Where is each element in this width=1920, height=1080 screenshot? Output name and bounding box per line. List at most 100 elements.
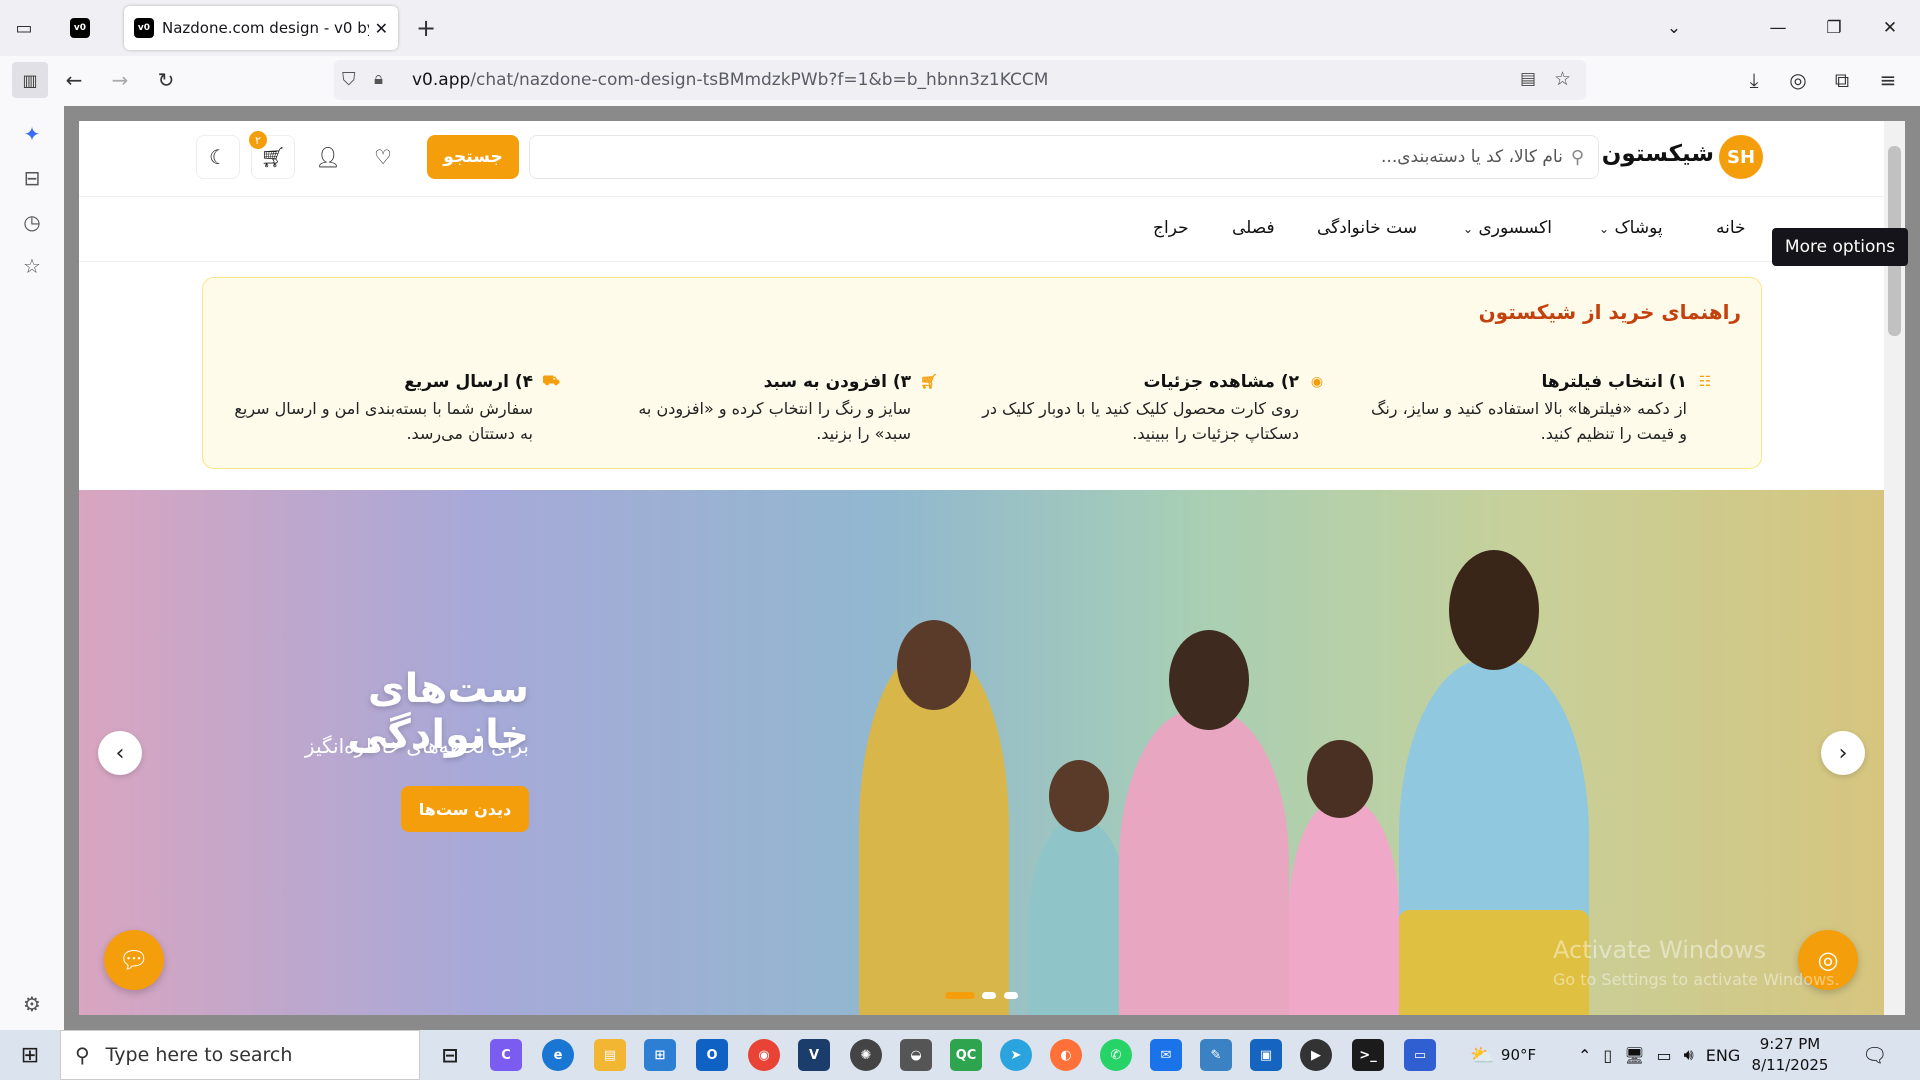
battery-icon[interactable]: ▭ (1657, 1046, 1672, 1065)
dark-mode-toggle-moon-icon[interactable]: ☾ (196, 135, 240, 179)
vimeo-app-icon[interactable]: V (798, 1039, 830, 1071)
close-window-button[interactable]: ✕ (1862, 0, 1918, 56)
menu-item-home[interactable]: خانه (1716, 218, 1746, 238)
menu-icon[interactable]: ≡ (1870, 62, 1906, 98)
slider-dot-2[interactable] (982, 992, 996, 999)
new-tab-button[interactable]: + (408, 10, 444, 46)
language-indicator[interactable]: ENG (1706, 1046, 1740, 1065)
view-sets-button[interactable]: دیدن ست‌ها (401, 786, 529, 832)
lock-icon[interactable]: 🔒︎ (374, 69, 383, 89)
tab-overview-icon[interactable]: ▭ (6, 10, 42, 46)
clock-time: 9:27 PM (1759, 1035, 1821, 1053)
firefox-icon[interactable]: ◐ (1050, 1039, 1082, 1071)
settings-gear-icon[interactable]: ⚙ (14, 986, 50, 1022)
downloads-icon[interactable]: ⤓ (1736, 62, 1772, 98)
url-path: /chat/nazdone-com-design-tsBMmdzkPWb?f=1… (470, 70, 1049, 90)
store-icon[interactable]: ⊞ (644, 1039, 676, 1071)
chat-bubble-button[interactable]: 💬︎ (104, 930, 164, 990)
list-tabs-icon[interactable]: ⌄ (1646, 0, 1702, 56)
menu-item-clothing[interactable]: پوشاک ⌄ (1599, 218, 1663, 238)
bookmark-star-icon[interactable]: ☆ (1554, 68, 1571, 90)
restore-button[interactable]: ❐ (1806, 0, 1862, 56)
history-icon[interactable]: ◷ (14, 204, 50, 240)
windows-start-icon[interactable]: ⊞ (0, 1030, 60, 1080)
slider-dot-3[interactable] (1004, 992, 1018, 999)
chatgpt-icon[interactable]: ✺ (850, 1039, 882, 1071)
web-content: SH شیکستون ⚲ نام کالا، کد یا دسته‌بندی..… (64, 106, 1920, 1030)
reload-button[interactable]: ↻ (148, 62, 184, 98)
taskbar-search[interactable]: ⚲ Type here to search (60, 1030, 420, 1080)
whatsapp-icon[interactable]: ✆ (1100, 1039, 1132, 1071)
qc-app-icon[interactable]: QC (950, 1039, 982, 1071)
paint-icon[interactable]: ✎ (1200, 1039, 1232, 1071)
step-title: ۱) انتخاب فیلترها (1541, 372, 1687, 392)
meet-now-icon[interactable]: ▯ (1603, 1046, 1612, 1065)
edge-icon[interactable]: e (542, 1039, 574, 1071)
shield-icon[interactable]: ⛉ (342, 69, 356, 90)
guide-step-2: ◉ ۲) مشاهده جزئیات روی کارت محصول کلیک کن… (977, 372, 1327, 446)
copilot-icon[interactable]: C (490, 1039, 522, 1071)
step-body: سفارش شما با بسته‌بندی امن و ارسال سریع … (234, 399, 533, 443)
menu-item-accessories[interactable]: اکسسوری ⌄ (1463, 218, 1552, 238)
weather-widget[interactable]: ⛅ 90°F (1470, 1030, 1536, 1080)
watermark-line1: Activate Windows (1553, 936, 1767, 964)
task-view-icon[interactable]: ⊟ (434, 1039, 466, 1071)
ai-sparkle-icon[interactable]: ✦ (14, 116, 50, 152)
slider-prev-chevron-left-icon[interactable]: ‹ (98, 731, 142, 775)
file-explorer-icon[interactable]: ▤ (594, 1039, 626, 1071)
slider-dot-1[interactable] (945, 992, 975, 999)
tab-active[interactable]: v0 Nazdone.com design - v0 by Vercel ✕ (124, 6, 398, 50)
wishlist-heart-icon[interactable]: ♡ (361, 135, 405, 179)
logo-avatar[interactable]: SH (1719, 135, 1763, 179)
product-search-field[interactable]: ⚲ نام کالا، کد یا دسته‌بندی... (529, 135, 1599, 179)
terminal-icon[interactable]: >_ (1352, 1039, 1384, 1071)
weather-temp: 90°F (1500, 1046, 1537, 1064)
more-options-tooltip: More options (1772, 228, 1908, 266)
brand-name[interactable]: شیکستون (1602, 141, 1714, 167)
close-tab-icon[interactable]: ✕ (375, 19, 388, 38)
chevron-up-icon[interactable]: ⌃ (1578, 1046, 1591, 1065)
taskbar-clock[interactable]: 9:27 PM 8/11/2025 (1748, 1034, 1832, 1076)
back-button[interactable]: ← (56, 62, 92, 98)
step-title: ۴) ارسال سریع (404, 372, 533, 392)
chevron-down-icon: ⌄ (1463, 222, 1474, 236)
slider-next-chevron-right-icon[interactable]: › (1821, 731, 1865, 775)
mail-icon[interactable]: ✉ (1150, 1039, 1182, 1071)
sidebar-toggle-icon[interactable]: ▥ (12, 62, 48, 98)
menu-item-family-sets[interactable]: ست خانوادگی (1317, 218, 1417, 238)
telegram-icon[interactable]: ➤ (1000, 1039, 1032, 1071)
account-user-icon[interactable]: 👤︎ (306, 135, 350, 179)
account-icon[interactable]: ◎ (1780, 62, 1816, 98)
step-body: از دکمه «فیلترها» بالا استفاده کنید و سا… (1371, 399, 1687, 443)
step-body: سایز و رنگ را انتخاب کرده و «افزودن به س… (638, 399, 911, 443)
forward-button[interactable]: → (102, 62, 138, 98)
cart-button[interactable]: 🛒︎ ۲ (249, 131, 295, 179)
search-placeholder: نام کالا، کد یا دسته‌بندی... (1381, 147, 1563, 167)
document-icon[interactable]: ▣ (1250, 1039, 1282, 1071)
remote-desktop-icon[interactable]: ▭ (1404, 1039, 1436, 1071)
chrome-icon[interactable]: ◉ (748, 1039, 780, 1071)
extensions-icon[interactable]: ⧉ (1824, 62, 1860, 98)
media-player-icon[interactable]: ▶ (1300, 1039, 1332, 1071)
reader-view-icon[interactable]: ▤ (1520, 69, 1536, 89)
pinned-tab-v0[interactable]: v0 (70, 18, 90, 38)
guide-step-3: 🛒︎ ۳) افزودن به سبد سایز و رنگ را انتخاب … (609, 372, 939, 446)
main-menu: خانه پوشاک ⌄ اکسسوری ⌄ ست خانوادگی فصلی … (79, 198, 1884, 262)
network-icon[interactable]: 🖥︎ (1624, 1046, 1644, 1065)
volume-icon[interactable]: 🔊︎ (1684, 1045, 1694, 1065)
menu-label: فصلی (1232, 218, 1275, 238)
minimize-button[interactable]: — (1750, 0, 1806, 56)
menu-item-sale[interactable]: حراج (1153, 218, 1189, 238)
tab-bar: ▭ v0 v0 Nazdone.com design - v0 by Verce… (0, 0, 1920, 56)
menu-item-seasonal[interactable]: فصلی (1232, 218, 1275, 238)
app-icon[interactable]: ◒ (900, 1039, 932, 1071)
outlook-icon[interactable]: O (696, 1039, 728, 1071)
synced-tabs-icon[interactable]: ⊟ (14, 160, 50, 196)
hero-subtitle: برای لحظه‌های خاطره‌انگیز (304, 734, 529, 758)
url-bar[interactable]: ⛉ 🔒︎ v0.app/chat/nazdone-com-design-tsBM… (334, 60, 1586, 100)
bookmarks-icon[interactable]: ☆ (14, 248, 50, 284)
chevron-down-icon: ⌄ (1599, 222, 1610, 236)
menu-label: خانه (1716, 218, 1746, 238)
search-button[interactable]: جستجو (427, 135, 519, 179)
notification-center-icon[interactable]: 🗨︎ (1862, 1030, 1887, 1080)
